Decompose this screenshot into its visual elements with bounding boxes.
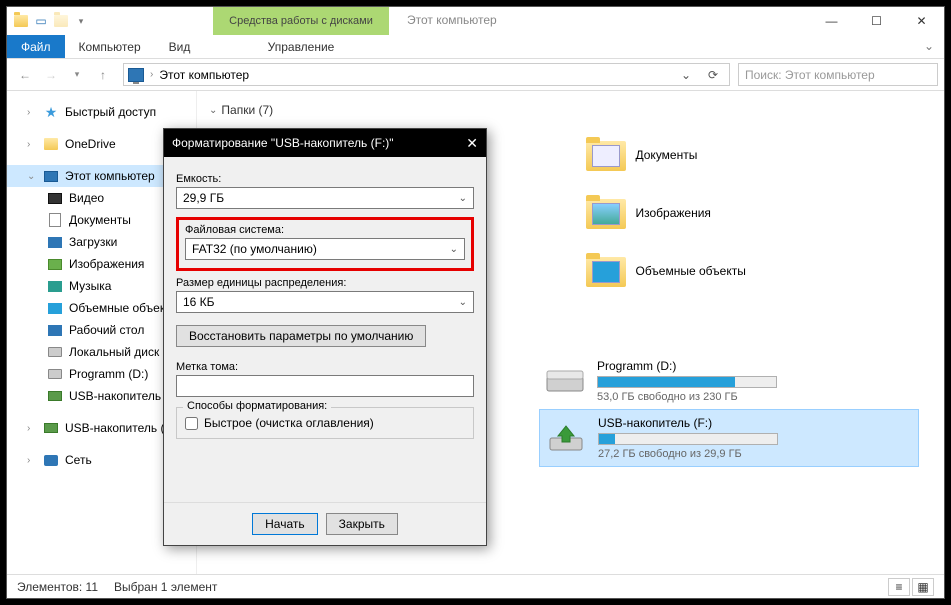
dialog-title-text: Форматирование "USB-накопитель (F:)": [172, 136, 394, 150]
status-item-count: Элементов: 11: [17, 580, 98, 594]
forward-button[interactable]: →: [39, 63, 63, 87]
properties-icon[interactable]: ▭: [33, 13, 49, 29]
quick-format-checkbox[interactable]: Быстрое (очистка оглавления): [185, 416, 465, 430]
folder-icon: [586, 253, 626, 289]
back-button[interactable]: ←: [13, 63, 37, 87]
chevron-down-icon: ⌄: [459, 297, 467, 308]
navigation-bar: ← → ▾ ↑ › Этот компьютер ⌄ ⟳ Поиск: Этот…: [7, 59, 944, 91]
format-dialog: Форматирование "USB-накопитель (F:)" ✕ Е…: [163, 128, 487, 546]
window-controls: — ☐ ✕: [809, 7, 944, 35]
view-icons-button[interactable]: ▦: [912, 578, 934, 596]
allocation-label: Размер единицы распределения:: [176, 277, 474, 289]
folder-icon: [586, 137, 626, 173]
chevron-down-icon: ⌄: [459, 193, 467, 204]
folder-icon: [586, 195, 626, 231]
drive-programm-d[interactable]: Programm (D:) 53,0 ГБ свободно из 230 ГБ: [539, 353, 919, 409]
format-methods-group: Способы форматирования: Быстрое (очистка…: [176, 407, 474, 439]
ribbon-tabs: Файл Компьютер Вид ⌄: [7, 35, 944, 59]
usb-icon: [546, 422, 586, 454]
address-bar[interactable]: › Этот компьютер ⌄ ⟳: [123, 63, 730, 86]
filesystem-label: Файловая система:: [185, 224, 465, 236]
quick-access-toolbar: ▭ ▾: [7, 13, 89, 29]
view-details-button[interactable]: ≡: [888, 578, 910, 596]
quick-format-input[interactable]: [185, 417, 198, 430]
drive-free-text: 27,2 ГБ свободно из 29,9 ГБ: [598, 448, 912, 460]
search-input[interactable]: Поиск: Этот компьютер: [738, 63, 938, 86]
maximize-button[interactable]: ☐: [854, 7, 899, 35]
address-text: Этот компьютер: [159, 68, 249, 82]
qat-dropdown-icon[interactable]: ▾: [73, 13, 89, 29]
drives-section: Programm (D:) 53,0 ГБ свободно из 230 ГБ…: [539, 353, 932, 467]
tab-manage[interactable]: Управление: [213, 35, 389, 59]
status-bar: Элементов: 11 Выбран 1 элемент ≡ ▦: [7, 574, 944, 598]
ribbon-collapse-icon[interactable]: ⌄: [914, 35, 944, 58]
chevron-down-icon: ⌄: [450, 244, 458, 255]
folder-3d-objects[interactable]: Объемные объекты: [586, 249, 933, 293]
tree-quick-access[interactable]: ›★Быстрый доступ: [7, 101, 196, 123]
folders-section-header[interactable]: ⌄ Папки (7): [209, 99, 932, 121]
folder-images[interactable]: Изображения: [586, 191, 933, 235]
address-dropdown-icon[interactable]: ⌄: [677, 68, 695, 82]
drive-usb-f[interactable]: USB-накопитель (F:) 27,2 ГБ свободно из …: [539, 409, 919, 467]
allocation-combo[interactable]: 16 КБ⌄: [176, 291, 474, 313]
dialog-close-button[interactable]: ✕: [466, 135, 478, 152]
close-button[interactable]: Закрыть: [326, 513, 398, 535]
status-selection: Выбран 1 элемент: [114, 580, 217, 594]
chevron-right-icon: ›: [150, 69, 153, 80]
app-icon: [13, 13, 29, 29]
tab-file[interactable]: Файл: [7, 35, 65, 58]
chevron-down-icon: ⌄: [209, 105, 217, 116]
tab-view[interactable]: Вид: [155, 35, 205, 58]
new-folder-icon[interactable]: [53, 13, 69, 29]
up-button[interactable]: ↑: [91, 63, 115, 87]
capacity-combo[interactable]: 29,9 ГБ⌄: [176, 187, 474, 209]
drive-usage-bar: [598, 433, 778, 445]
pc-icon: [128, 68, 144, 82]
drive-free-text: 53,0 ГБ свободно из 230 ГБ: [597, 391, 913, 403]
dialog-buttons: Начать Закрыть: [164, 502, 486, 545]
drive-usage-bar: [597, 376, 777, 388]
window-title: Этот компьютер: [407, 13, 497, 27]
contextual-tab-group: Средства работы с дисками Управление: [213, 7, 389, 59]
filesystem-combo[interactable]: FAT32 (по умолчанию)⌄: [185, 238, 465, 260]
filesystem-highlight: Файловая система: FAT32 (по умолчанию)⌄: [176, 217, 474, 271]
history-dropdown[interactable]: ▾: [65, 63, 89, 87]
search-placeholder: Поиск: Этот компьютер: [745, 68, 875, 82]
drive-name: Programm (D:): [597, 359, 913, 373]
contextual-header: Средства работы с дисками: [213, 7, 389, 35]
tab-computer[interactable]: Компьютер: [65, 35, 155, 58]
volume-input[interactable]: [176, 375, 474, 397]
dialog-titlebar: Форматирование "USB-накопитель (F:)" ✕: [164, 129, 486, 157]
close-button[interactable]: ✕: [899, 7, 944, 35]
capacity-label: Емкость:: [176, 173, 474, 185]
volume-label: Метка тома:: [176, 361, 474, 373]
drive-name: USB-накопитель (F:): [598, 416, 912, 430]
hdd-icon: [545, 365, 585, 397]
refresh-icon[interactable]: ⟳: [701, 68, 725, 82]
folder-documents[interactable]: Документы: [586, 133, 933, 177]
start-button[interactable]: Начать: [252, 513, 318, 535]
format-methods-legend: Способы форматирования:: [183, 400, 331, 412]
restore-defaults-button[interactable]: Восстановить параметры по умолчанию: [176, 325, 426, 347]
minimize-button[interactable]: —: [809, 7, 854, 35]
